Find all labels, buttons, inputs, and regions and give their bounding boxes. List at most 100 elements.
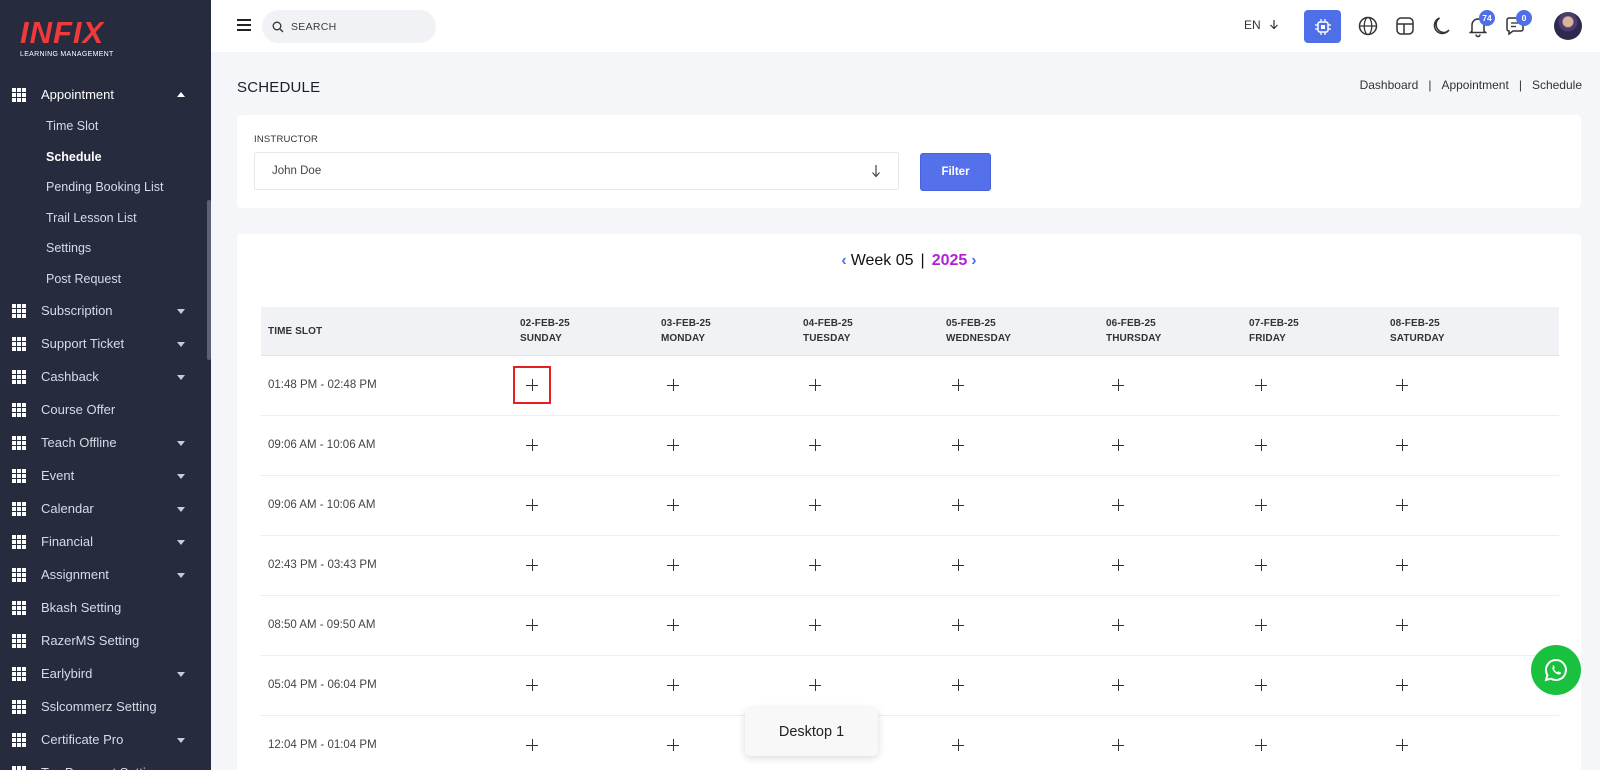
layout-icon[interactable] [1393, 14, 1417, 38]
add-booking-plus-icon[interactable] [664, 496, 682, 514]
add-booking-plus-icon[interactable] [513, 366, 551, 404]
instructor-select[interactable]: John Doe [254, 152, 899, 190]
sidebar-item-label: Course Offer [41, 402, 116, 417]
sidebar-item-course-offer[interactable]: Course Offer [0, 393, 207, 426]
sidebar-item-earlybird[interactable]: Earlybird [0, 657, 207, 690]
globe-icon[interactable] [1356, 14, 1380, 38]
add-booking-plus-icon[interactable] [1393, 616, 1411, 634]
add-booking-plus-icon[interactable] [806, 616, 824, 634]
grid-icon [12, 765, 28, 770]
add-booking-plus-icon[interactable] [1393, 376, 1411, 394]
add-booking-plus-icon[interactable] [806, 436, 824, 454]
add-booking-plus-icon[interactable] [523, 676, 541, 694]
add-booking-plus-icon[interactable] [664, 436, 682, 454]
schedule-table-body: 01:48 PM - 02:48 PM 09:06 AM - 10:06 AM 09… [261, 356, 1559, 770]
add-booking-plus-icon[interactable] [1109, 736, 1127, 754]
sidebar-item-cashback[interactable]: Cashback [0, 360, 207, 393]
add-booking-plus-icon[interactable] [523, 436, 541, 454]
add-booking-plus-icon[interactable] [523, 736, 541, 754]
add-booking-plus-icon[interactable] [1109, 376, 1127, 394]
sidebar-item-label: Appointment [41, 87, 114, 102]
add-booking-plus-icon[interactable] [1252, 736, 1270, 754]
add-booking-plus-icon[interactable] [1109, 436, 1127, 454]
chevron-right-icon[interactable]: › [971, 252, 976, 270]
sidebar-item-subscription[interactable]: Subscription [0, 294, 207, 327]
day-name: TUESDAY [803, 333, 851, 344]
schedule-table: TIME SLOT 02-FEB-25 SUNDAY 03-FEB-25 MONDAY… [261, 307, 1559, 770]
add-booking-plus-icon[interactable] [1393, 736, 1411, 754]
submenu-item-schedule[interactable]: Schedule [0, 142, 207, 173]
add-booking-plus-icon[interactable] [1252, 676, 1270, 694]
add-booking-plus-icon[interactable] [1109, 556, 1127, 574]
add-booking-plus-icon[interactable] [664, 556, 682, 574]
add-booking-plus-icon[interactable] [1109, 676, 1127, 694]
add-booking-plus-icon[interactable] [949, 496, 967, 514]
add-booking-plus-icon[interactable] [806, 376, 824, 394]
add-booking-plus-icon[interactable] [664, 616, 682, 634]
avatar[interactable] [1554, 12, 1582, 40]
language-selector[interactable]: EN [1244, 18, 1279, 32]
search-icon [272, 21, 284, 32]
add-booking-plus-icon[interactable] [1252, 436, 1270, 454]
add-booking-plus-icon[interactable] [523, 556, 541, 574]
sidebar: INFIX LEARNING MANAGEMENT Appointment Tim… [0, 0, 211, 770]
sidebar-item-certificate-pro[interactable]: Certificate Pro [0, 723, 207, 756]
add-booking-plus-icon[interactable] [949, 376, 967, 394]
add-booking-plus-icon[interactable] [1252, 556, 1270, 574]
time-slot-label: 02:43 PM - 03:43 PM [268, 559, 377, 571]
add-booking-plus-icon[interactable] [523, 496, 541, 514]
add-booking-plus-icon[interactable] [949, 616, 967, 634]
sidebar-item-appointment[interactable]: Appointment [0, 78, 207, 111]
add-booking-plus-icon[interactable] [1393, 436, 1411, 454]
submenu-item-post-request[interactable]: Post Request [0, 264, 207, 295]
filter-button[interactable]: Filter [920, 153, 991, 191]
add-booking-plus-icon[interactable] [806, 496, 824, 514]
add-booking-plus-icon[interactable] [949, 676, 967, 694]
sidebar-item-event[interactable]: Event [0, 459, 207, 492]
sidebar-scrollbar[interactable] [207, 200, 211, 360]
submenu-item-settings[interactable]: Settings [0, 233, 207, 264]
add-booking-plus-icon[interactable] [664, 676, 682, 694]
submenu-item-pending-booking-list[interactable]: Pending Booking List [0, 172, 207, 203]
logo[interactable]: INFIX LEARNING MANAGEMENT [20, 17, 130, 62]
add-booking-plus-icon[interactable] [806, 556, 824, 574]
breadcrumb-dashboard[interactable]: Dashboard [1360, 78, 1419, 92]
sidebar-item-tax-payment-setting[interactable]: Tax Payment Setting [0, 756, 207, 770]
add-booking-plus-icon[interactable] [664, 736, 682, 754]
sidebar-item-calendar[interactable]: Calendar [0, 492, 207, 525]
add-booking-plus-icon[interactable] [1252, 376, 1270, 394]
sidebar-item-bkash-setting[interactable]: Bkash Setting [0, 591, 207, 624]
add-booking-plus-icon[interactable] [1393, 556, 1411, 574]
sidebar-item-financial[interactable]: Financial [0, 525, 207, 558]
add-booking-plus-icon[interactable] [806, 676, 824, 694]
add-booking-plus-icon[interactable] [523, 616, 541, 634]
add-booking-plus-icon[interactable] [949, 436, 967, 454]
submenu-item-trail-lesson-list[interactable]: Trail Lesson List [0, 203, 207, 234]
sidebar-item-sslcommerz-setting[interactable]: Sslcommerz Setting [0, 690, 207, 723]
add-booking-plus-icon[interactable] [949, 736, 967, 754]
submenu-item-time-slot[interactable]: Time Slot [0, 111, 207, 142]
add-booking-plus-icon[interactable] [949, 556, 967, 574]
search-box[interactable] [262, 10, 436, 43]
notification-badge: 74 [1479, 10, 1495, 26]
sidebar-item-razerms-setting[interactable]: RazerMS Setting [0, 624, 207, 657]
add-booking-plus-icon[interactable] [1252, 496, 1270, 514]
add-booking-plus-icon[interactable] [1252, 616, 1270, 634]
breadcrumb-appointment[interactable]: Appointment [1441, 78, 1508, 92]
menu-icon[interactable] [237, 19, 251, 31]
sidebar-item-teach-offline[interactable]: Teach Offline [0, 426, 207, 459]
chevron-left-icon[interactable]: ‹ [841, 252, 846, 270]
add-booking-plus-icon[interactable] [1393, 496, 1411, 514]
add-booking-plus-icon[interactable] [1109, 616, 1127, 634]
moon-icon[interactable] [1429, 14, 1453, 38]
table-row: 09:06 AM - 10:06 AM [261, 476, 1559, 536]
search-input[interactable] [291, 20, 421, 33]
add-booking-plus-icon[interactable] [664, 376, 682, 394]
add-booking-plus-icon[interactable] [1109, 496, 1127, 514]
whatsapp-button[interactable] [1531, 645, 1581, 695]
chip-button[interactable] [1304, 10, 1341, 43]
sidebar-item-assignment[interactable]: Assignment [0, 558, 207, 591]
sidebar-item-support-ticket[interactable]: Support Ticket [0, 327, 207, 360]
add-booking-plus-icon[interactable] [1393, 676, 1411, 694]
caret-down-icon [177, 375, 185, 380]
